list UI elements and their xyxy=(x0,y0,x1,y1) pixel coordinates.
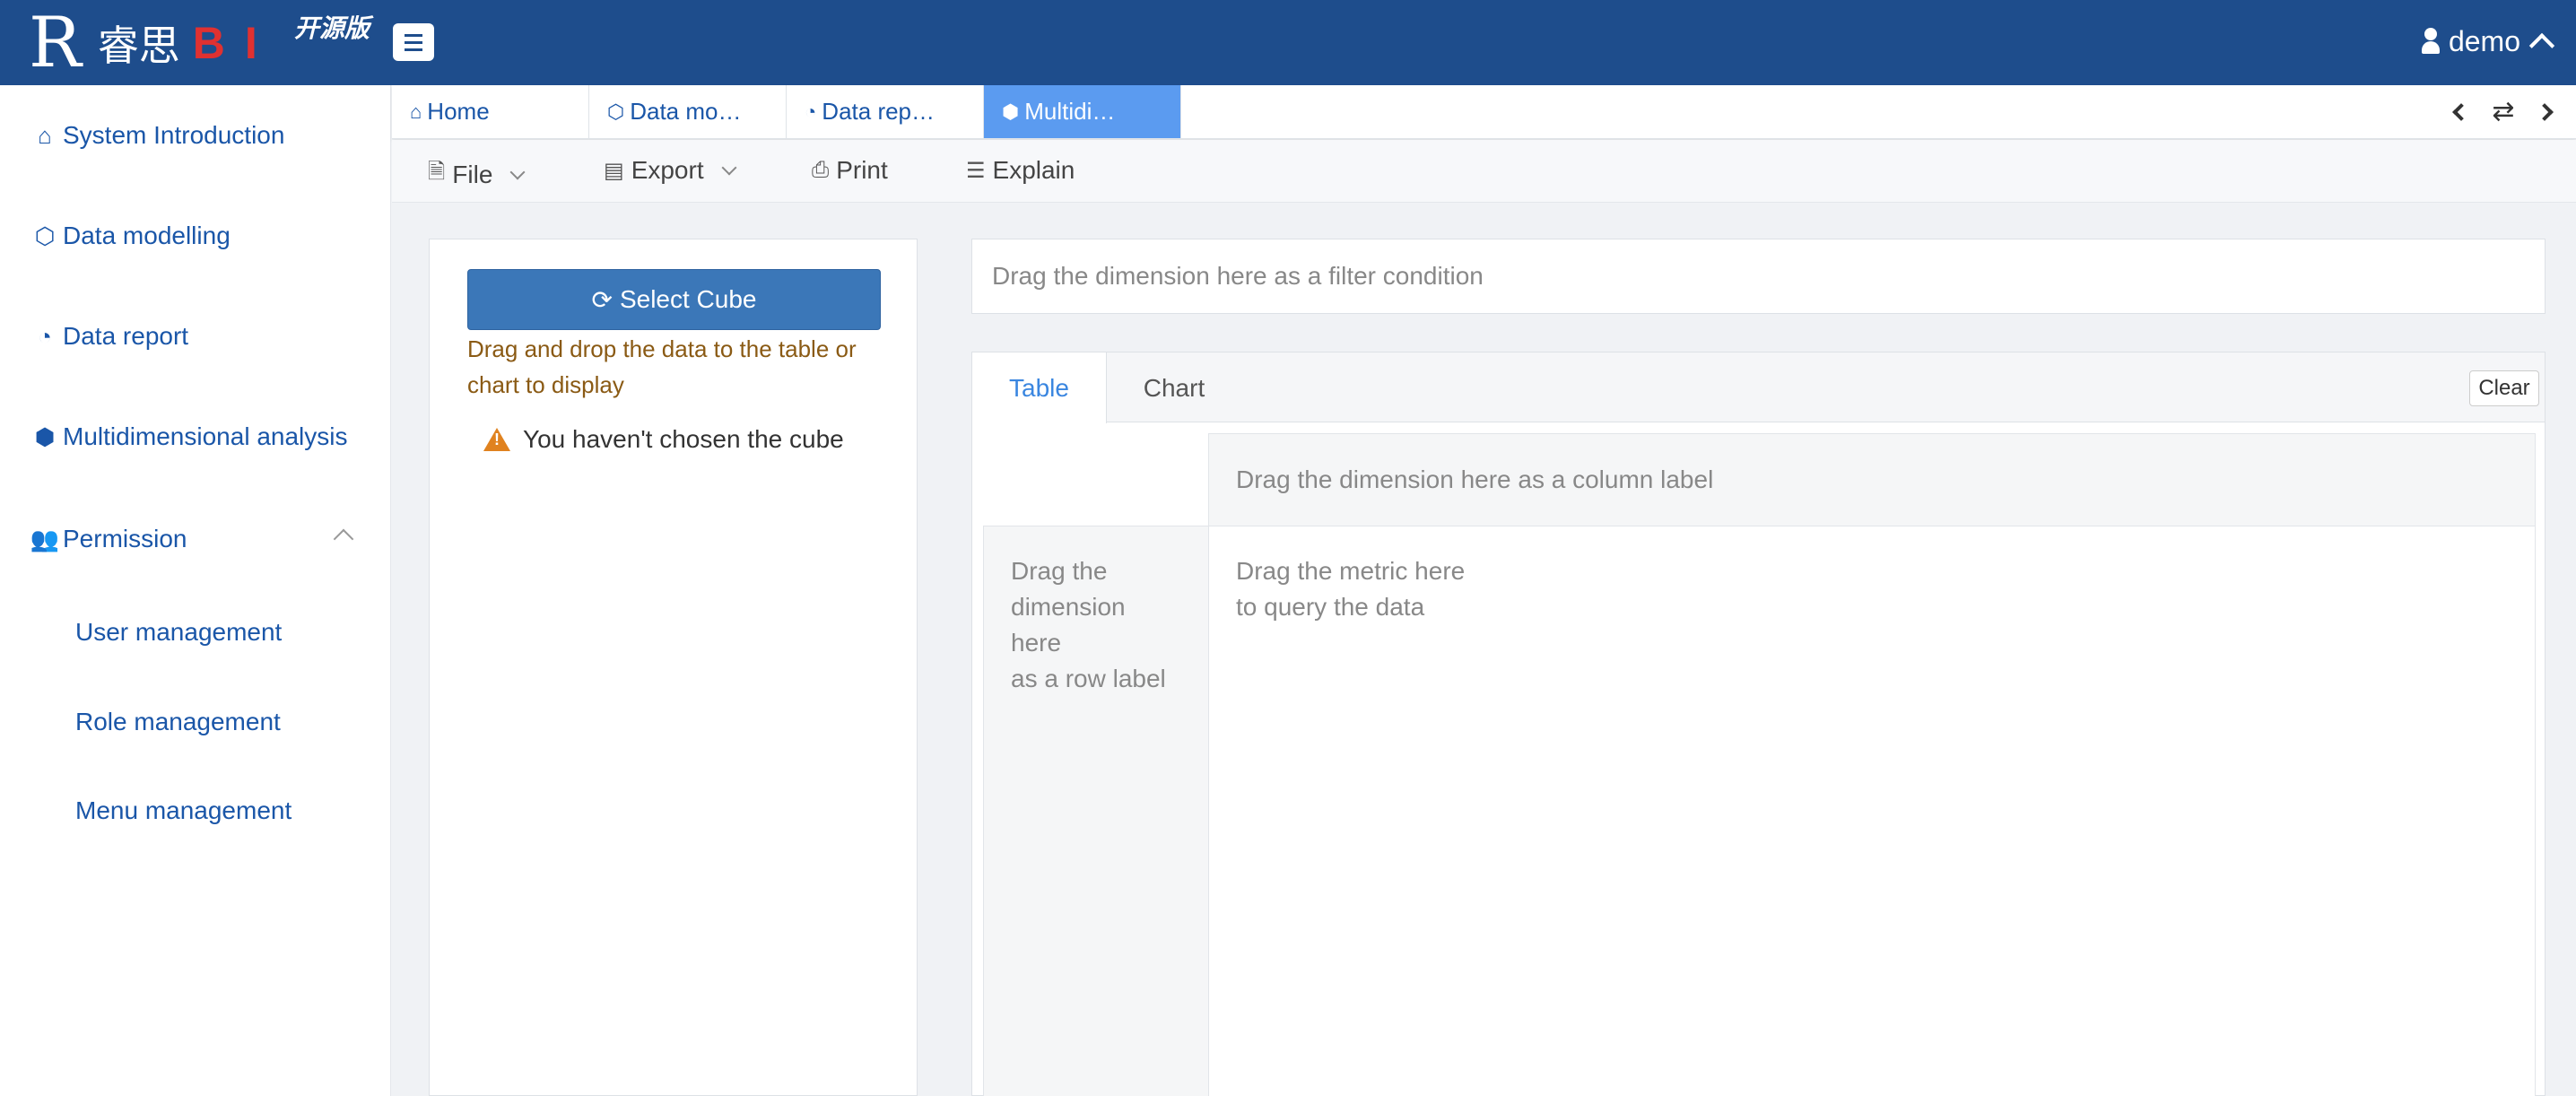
print-button[interactable]: ⎙ Print xyxy=(812,156,888,185)
tab-data-modelling[interactable]: ⬡ Data mo… xyxy=(589,85,787,138)
cube-icon: ⬡ xyxy=(34,222,56,249)
page-tabs: ⌂ Home ⬡ Data mo… ◔ Data rep… ⬢ Multidi…… xyxy=(392,85,2576,139)
users-icon: 👥 xyxy=(30,525,60,552)
excel-icon: ▤ xyxy=(604,158,624,183)
panel-tabs: Table Chart Clear xyxy=(972,352,2545,423)
tab-table[interactable]: Table xyxy=(972,352,1107,423)
tab-chart[interactable]: Chart xyxy=(1107,352,1241,423)
analysis-panel: Table Chart Clear Drag the dimension her… xyxy=(971,352,2546,1096)
tab-multidimensional-analysis[interactable]: ⬢ Multidi… xyxy=(984,85,1181,138)
chevron-right-icon xyxy=(2536,103,2554,121)
tabs-scroll-right-button[interactable] xyxy=(2534,98,2555,126)
sidebar-item-label: Data report xyxy=(63,322,189,350)
sidebar-item-system-introduction[interactable]: ⌂ System Introduction xyxy=(32,121,284,150)
filter-drop-zone[interactable]: Drag the dimension here as a filter cond… xyxy=(971,239,2546,314)
cubes-icon: ⬢ xyxy=(34,422,56,450)
sidebar-item-label: Data modelling xyxy=(63,222,231,249)
column-drop-zone[interactable]: Drag the dimension here as a column labe… xyxy=(1208,433,2536,526)
select-cube-button[interactable]: ⟳ Select Cube xyxy=(467,269,881,330)
no-cube-warning: You haven't chosen the cube xyxy=(483,425,844,454)
sidebar-item-multidimensional-analysis[interactable]: ⬢ Multidimensional analysis xyxy=(32,422,348,451)
sidebar: ⌂ System Introduction ⬡ Data modelling ◔… xyxy=(0,85,391,1096)
user-name: demo xyxy=(2448,24,2520,57)
row-drop-zone[interactable]: Drag the dimension here as a row label xyxy=(983,526,1209,1096)
tabs-scroll-left-button[interactable] xyxy=(2450,98,2472,126)
tab-home[interactable]: ⌂ Home xyxy=(392,85,589,138)
cube-panel: ⟳ Select Cube Drag and drop the data to … xyxy=(429,239,918,1096)
clear-button[interactable]: Clear xyxy=(2469,370,2539,406)
chevron-up-icon[interactable] xyxy=(333,528,354,550)
file-icon: 🗎 xyxy=(428,160,446,184)
tab-data-report[interactable]: ◔ Data rep… xyxy=(787,85,984,138)
sidebar-item-data-report[interactable]: ◔ Data report xyxy=(32,322,188,351)
export-menu-button[interactable]: ▤ Export xyxy=(604,156,737,185)
home-icon: ⌂ xyxy=(410,100,422,123)
menu-toggle-button[interactable] xyxy=(393,23,434,61)
chevron-down-icon xyxy=(721,160,737,176)
hamburger-icon xyxy=(405,33,422,37)
logo: R 睿思 BI xyxy=(29,7,277,79)
dashboard-icon: ◔ xyxy=(805,100,817,123)
edition-label: 开源版 xyxy=(294,14,370,42)
sidebar-item-permission[interactable]: 👥 Permission xyxy=(30,525,187,553)
refresh-icon: ⟳ xyxy=(591,285,613,314)
chevron-down-icon xyxy=(509,164,526,179)
logo-text: 睿思 xyxy=(97,22,180,69)
drag-hint: Drag and drop the data to the table or c… xyxy=(467,335,857,398)
user-icon xyxy=(2421,28,2440,55)
cubes-icon: ⬢ xyxy=(1002,100,1020,123)
sidebar-item-label: System Introduction xyxy=(63,121,285,149)
sidebar-item-role-management[interactable]: Role management xyxy=(75,708,281,736)
sidebar-item-menu-management[interactable]: Menu management xyxy=(75,796,292,825)
sidebar-item-data-modelling[interactable]: ⬡ Data modelling xyxy=(32,222,231,250)
warning-icon xyxy=(483,428,510,451)
top-header: R 睿思 BI 开源版 demo xyxy=(0,0,2576,85)
toolbar: 🗎 File ▤ Export ⎙ Print ☰ Explain xyxy=(392,140,2576,203)
logo-bi: BI xyxy=(192,18,277,68)
file-menu-button[interactable]: 🗎 File xyxy=(428,156,526,193)
dashboard-icon: ◔ xyxy=(38,322,52,350)
list-icon: ☰ xyxy=(966,158,986,183)
chevron-up-icon xyxy=(2528,32,2555,59)
sidebar-item-label: Permission xyxy=(63,525,187,552)
print-icon: ⎙ xyxy=(812,158,830,182)
sidebar-item-user-management[interactable]: User management xyxy=(75,618,282,647)
tabs-switch-button[interactable]: ⇄ xyxy=(2486,98,2520,126)
swap-icon: ⇄ xyxy=(2492,97,2515,126)
cube-icon: ⬡ xyxy=(607,100,625,123)
logo-mark: R xyxy=(29,3,82,83)
home-icon: ⌂ xyxy=(38,121,52,149)
user-menu[interactable]: demo xyxy=(2421,20,2555,63)
chevron-left-icon xyxy=(2452,103,2470,121)
sidebar-item-label: Multidimensional analysis xyxy=(63,422,348,450)
explain-button[interactable]: ☰ Explain xyxy=(966,156,1075,185)
table-corner xyxy=(983,433,1209,525)
metric-drop-zone[interactable]: Drag the metric here to query the data xyxy=(1208,526,2536,1096)
